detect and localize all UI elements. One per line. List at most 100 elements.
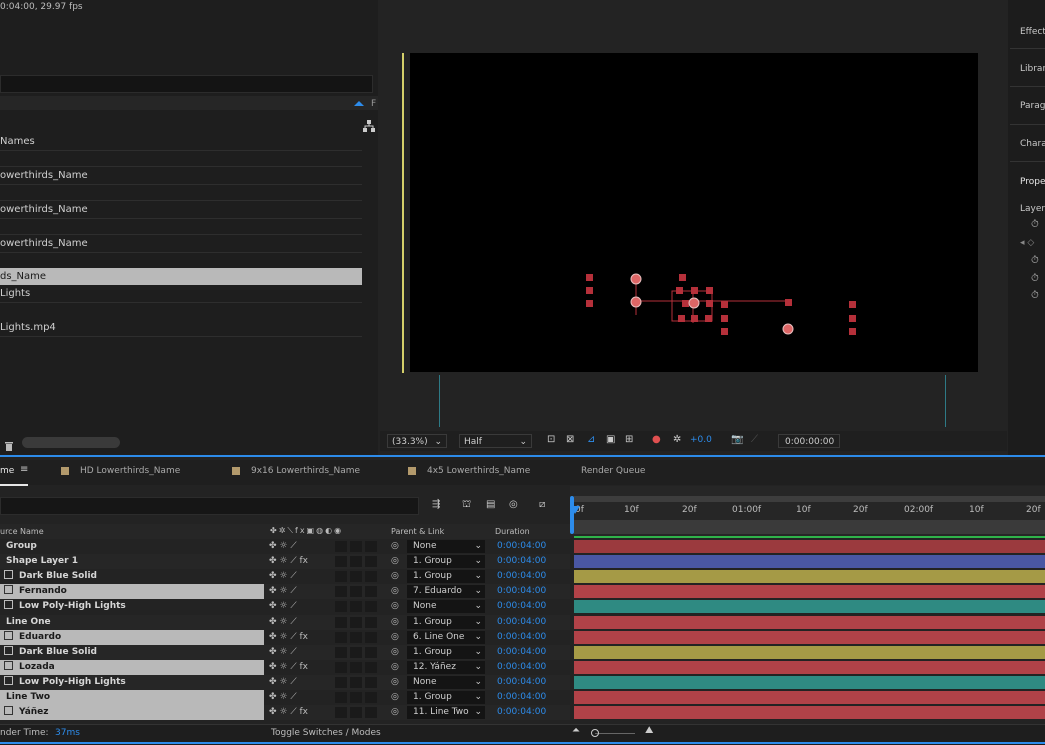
pick-whip-icon[interactable]: ◎ xyxy=(391,675,399,690)
parent-dropdown[interactable]: None ⌄ xyxy=(407,600,485,614)
layer-switches[interactable]: ✤ ☼ ⟋ xyxy=(269,675,297,690)
layer-name[interactable]: Line One xyxy=(0,615,264,630)
project-item[interactable]: owerthirds_Name xyxy=(0,235,362,252)
mode-switch-box[interactable] xyxy=(365,616,377,628)
mode-switch-box[interactable] xyxy=(335,707,347,719)
timeline-search-input[interactable] xyxy=(0,497,419,515)
resolution-dropdown[interactable]: Half ⌄ xyxy=(459,434,532,448)
tab-9x16[interactable]: 9x16 Lowerthirds_Name xyxy=(251,466,360,476)
layer-row[interactable]: Dark Blue Solid ✤ ☼ ⟋ ◎ 1. Group ⌄ 0:00:04:0… xyxy=(0,569,570,585)
graph-editor-icon[interactable]: ⧄ xyxy=(539,499,545,510)
layer-duration-bar[interactable] xyxy=(574,600,1045,614)
parent-dropdown[interactable]: None ⌄ xyxy=(407,540,485,553)
pick-whip-icon[interactable]: ◎ xyxy=(391,630,399,645)
panel-effects[interactable]: Effect xyxy=(1020,27,1045,37)
pick-whip-icon[interactable]: ◎ xyxy=(391,584,399,599)
transparency-grid-icon[interactable]: ⊠ xyxy=(566,434,574,445)
tab-render-queue[interactable]: Render Queue xyxy=(581,466,645,476)
layer-name[interactable]: Group xyxy=(0,539,264,554)
frame-blending-icon[interactable]: ▤ xyxy=(486,499,495,510)
project-item[interactable]: Lights xyxy=(0,285,362,302)
mode-switch-box[interactable] xyxy=(335,646,347,658)
layer-duration[interactable]: 0:00:04:00 xyxy=(497,690,546,705)
layer-duration-bar[interactable] xyxy=(574,691,1045,704)
keyframe-nav-icon[interactable]: ◂ ◇ xyxy=(1020,238,1034,248)
layer-duration-bar[interactable] xyxy=(574,675,1045,689)
layer-duration[interactable]: 0:00:04:00 xyxy=(497,705,546,720)
stopwatch-icon[interactable]: ⏱ xyxy=(1031,255,1039,266)
layer-duration-bar[interactable] xyxy=(574,706,1045,720)
snapshot-camera-icon[interactable]: 📷 xyxy=(731,434,743,445)
layer-row[interactable]: Line Two ✤ ☼ ⟋ ◎ 1. Group ⌄ 0:00:04:00 xyxy=(0,690,570,705)
mode-switch-box[interactable] xyxy=(365,586,377,598)
layer-name[interactable]: Shape Layer 1 xyxy=(0,554,264,569)
grid-icon[interactable]: ⊞ xyxy=(625,434,633,445)
parent-dropdown[interactable]: 1. Group ⌄ xyxy=(407,691,485,704)
project-item[interactable]: owerthirds_Name xyxy=(0,201,362,218)
layer-duration-bar[interactable] xyxy=(574,630,1045,644)
mode-switch-box[interactable] xyxy=(350,586,362,598)
layer-switches[interactable]: ✤ ☼ ⟋ xyxy=(269,599,297,614)
guides-icon[interactable]: ▣ xyxy=(606,434,615,445)
motion-blur-icon[interactable]: ◎ xyxy=(509,499,518,510)
comp-canvas[interactable] xyxy=(410,53,978,372)
comp-flowchart-icon[interactable]: ⇶ xyxy=(432,499,440,510)
sort-arrow-icon[interactable] xyxy=(354,101,364,106)
shy-layers-icon[interactable]: ⛫ xyxy=(462,499,471,512)
parent-dropdown[interactable]: 7. Eduardo ⌄ xyxy=(407,585,485,599)
layer-duration[interactable]: 0:00:04:00 xyxy=(497,675,546,690)
layer-switches[interactable]: ✤ ☼ ⟋ fx xyxy=(269,660,308,675)
layer-duration-bar[interactable] xyxy=(574,585,1045,599)
parent-dropdown[interactable]: 1. Group ⌄ xyxy=(407,570,485,584)
parent-dropdown[interactable]: None ⌄ xyxy=(407,675,485,689)
tab-hd[interactable]: HD Lowerthirds_Name xyxy=(80,466,180,476)
layer-duration[interactable]: 0:00:04:00 xyxy=(497,660,546,675)
parent-link-header[interactable]: Parent & Link xyxy=(391,527,444,536)
mode-switch-box[interactable] xyxy=(365,571,377,583)
parent-dropdown[interactable]: 12. Yáñez ⌄ xyxy=(407,660,485,674)
layer-switches[interactable]: ✤ ☼ ⟋ xyxy=(269,569,297,584)
layer-switches[interactable]: ✤ ☼ ⟋ xyxy=(269,645,297,660)
mode-switch-box[interactable] xyxy=(365,541,377,552)
layer-switches[interactable]: ✤ ☼ ⟋ fx xyxy=(269,554,308,569)
layer-name[interactable]: Dark Blue Solid xyxy=(0,645,264,660)
mode-switch-box[interactable] xyxy=(350,646,362,658)
layer-row[interactable]: Dark Blue Solid ✤ ☼ ⟋ ◎ 1. Group ⌄ 0:00:04:0… xyxy=(0,644,570,660)
project-item[interactable]: owerthirds_Name xyxy=(0,167,362,184)
layer-row[interactable]: Line One ✤ ☼ ⟋ ◎ 1. Group ⌄ 0:00:04:00 xyxy=(0,614,570,630)
layer-duration[interactable]: 0:00:04:00 xyxy=(497,645,546,660)
flowchart-icon[interactable] xyxy=(363,117,375,136)
stopwatch-icon[interactable]: ⏱ xyxy=(1031,219,1039,230)
mode-switch-box[interactable] xyxy=(350,571,362,583)
pick-whip-icon[interactable]: ◎ xyxy=(391,645,399,660)
mode-switch-box[interactable] xyxy=(350,601,362,613)
tab-current[interactable]: me xyxy=(0,466,14,476)
layer-duration-bar[interactable] xyxy=(574,645,1045,659)
mode-switch-box[interactable] xyxy=(335,616,347,628)
layer-duration-bar[interactable] xyxy=(574,660,1045,674)
mode-switch-box[interactable] xyxy=(365,707,377,719)
layer-switches[interactable]: ✤ ☼ ⟋ xyxy=(269,539,297,554)
layer-switches[interactable]: ✤ ☼ ⟋ xyxy=(269,615,297,630)
mode-switch-box[interactable] xyxy=(365,631,377,643)
layer-duration[interactable]: 0:00:04:00 xyxy=(497,569,546,584)
parent-dropdown[interactable]: 1. Group ⌄ xyxy=(407,615,485,629)
layer-name[interactable]: Eduardo xyxy=(0,629,264,645)
mode-switch-box[interactable] xyxy=(335,631,347,643)
mode-switch-box[interactable] xyxy=(350,676,362,688)
current-time-field[interactable]: 0:00:00:00 xyxy=(778,434,840,448)
zoom-dropdown[interactable]: (33.3%) ⌄ xyxy=(387,434,447,448)
layer-switches[interactable]: ✤ ☼ ⟋ fx xyxy=(269,705,308,720)
pick-whip-icon[interactable]: ◎ xyxy=(391,690,399,705)
project-search-input[interactable] xyxy=(0,75,373,93)
zoom-slider-handle[interactable] xyxy=(591,729,599,737)
layer-name[interactable]: Low Poly-High Lights xyxy=(0,599,264,614)
mode-switch-box[interactable] xyxy=(335,601,347,613)
layer-duration[interactable]: 0:00:04:00 xyxy=(497,539,546,554)
panel-character[interactable]: Chara xyxy=(1020,139,1045,149)
layer-duration-bar[interactable] xyxy=(574,615,1045,629)
layer-row[interactable]: Low Poly-High Lights ✤ ☼ ⟋ ◎ None ⌄ 0:00:04:… xyxy=(0,674,570,690)
mode-switch-box[interactable] xyxy=(365,676,377,688)
layer-duration[interactable]: 0:00:04:00 xyxy=(497,584,546,599)
project-item[interactable]: Names xyxy=(0,133,362,150)
